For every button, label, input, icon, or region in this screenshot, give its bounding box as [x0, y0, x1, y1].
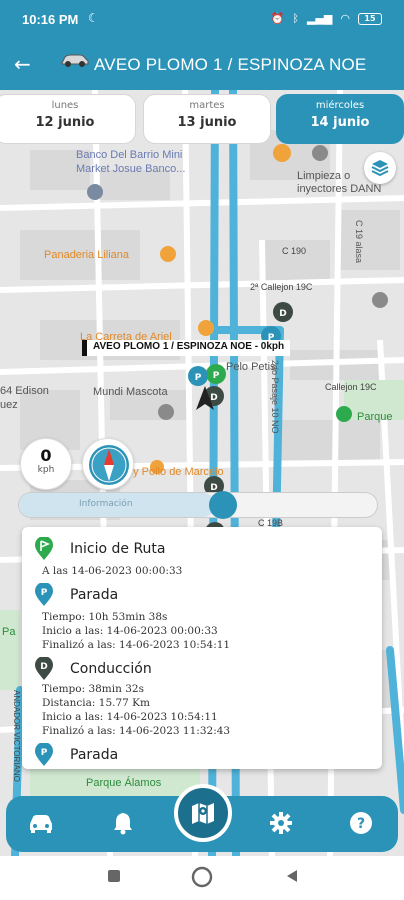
event-line: Tiempo: 38min 32s	[42, 683, 144, 695]
day-tab-miercoles[interactable]: miércoles 14 junio	[276, 94, 404, 144]
map-label: Callejon 19C	[325, 382, 377, 392]
system-nav-bar	[0, 856, 404, 900]
map-label: Panaderia Liliana	[44, 249, 130, 261]
signal-icon: ▂▄▆	[307, 12, 333, 25]
map-label: uez	[0, 399, 18, 411]
layers-button[interactable]	[364, 152, 396, 184]
map-label: Pa	[2, 626, 16, 638]
recents-icon[interactable]	[106, 868, 122, 884]
moon-icon: ☾	[88, 11, 99, 25]
nav-vehicles[interactable]	[24, 806, 58, 840]
map-label: Banco Del Barrio Mini	[76, 149, 182, 161]
car-icon	[61, 54, 89, 67]
timeline-slider[interactable]: Información	[18, 491, 378, 519]
day-tab-martes[interactable]: martes 13 junio	[143, 94, 271, 144]
svg-text:P: P	[195, 373, 202, 383]
event-title: Parada	[70, 747, 119, 763]
speed-indicator: 0 kph	[20, 438, 72, 490]
map-label: 2do Pasaje 10 NO	[270, 360, 280, 434]
stop-pin-icon: P	[35, 743, 53, 766]
event-line: Inicio a las: 14-06-2023 00:00:33	[42, 625, 218, 637]
map-label: Parque Álamos	[86, 776, 162, 789]
event-line: Finalizó a las: 14-06-2023 10:54:11	[42, 639, 231, 651]
stop-pin-icon: P	[35, 583, 53, 606]
timeline-label: Información	[79, 499, 133, 509]
nav-help[interactable]: ?	[344, 806, 378, 840]
vehicle-label: AVEO PLOMO 1 / ESPINOZA NOE - 0kph	[82, 340, 291, 356]
event-line: A las 14-06-2023 00:00:33	[42, 565, 183, 577]
event-title: Conducción	[70, 661, 152, 677]
map-label: inyectores DANN	[297, 183, 381, 195]
compass-button[interactable]	[82, 438, 134, 490]
page-title: AVEO PLOMO 1 / ESPINOZA NOE	[94, 55, 367, 74]
bell-icon	[114, 813, 132, 835]
start-pin-icon	[35, 537, 53, 560]
event-line: Finalizó a las: 14-06-2023 11:32:43	[42, 725, 231, 737]
timeline-thumb[interactable]	[209, 491, 237, 519]
speed-value: 0	[40, 446, 52, 465]
map-label: Parque	[357, 411, 392, 423]
svg-text:D: D	[210, 393, 217, 403]
map-label: Limpieza o	[297, 170, 350, 182]
status-bar: 10:16 PM ☾ ⏰ ᛒ ▂▄▆ ◠ 15	[0, 0, 404, 42]
map-label: Mundi Mascota	[93, 386, 168, 398]
svg-text:P: P	[41, 588, 48, 598]
map-label: Market Josue Banco...	[76, 163, 185, 175]
battery-icon: 15	[358, 12, 382, 25]
map-icon	[192, 803, 214, 824]
bluetooth-icon: ᛒ	[292, 12, 299, 25]
event-title: Inicio de Ruta	[70, 541, 166, 557]
map-label: Pelo Petis	[226, 361, 276, 373]
map-label: C 19 alasa	[354, 220, 364, 263]
events-panel[interactable]: Inicio de Ruta A las 14-06-2023 00:00:33…	[22, 527, 382, 769]
speed-unit: kph	[37, 465, 55, 475]
wifi-icon: ◠	[340, 12, 350, 25]
map-label: 2ª Callejon 19C	[250, 282, 313, 292]
back-arrow-icon[interactable]: ←	[14, 52, 31, 76]
bottom-nav: ?	[0, 784, 404, 852]
svg-text:?: ?	[357, 816, 365, 832]
event-title: Parada	[70, 587, 119, 603]
svg-text:P: P	[213, 371, 220, 381]
layers-icon	[371, 160, 389, 177]
nav-settings[interactable]	[264, 806, 298, 840]
nav-alerts[interactable]	[106, 806, 140, 840]
compass-icon	[89, 445, 129, 485]
event-line: Inicio a las: 14-06-2023 10:54:11	[42, 711, 218, 723]
svg-text:D: D	[279, 309, 286, 319]
map-label: ANDADOR VICTORIANO	[12, 690, 21, 782]
nav-map[interactable]	[174, 784, 232, 842]
gear-icon	[270, 812, 292, 834]
event-line: Distancia: 15.77 Km	[42, 697, 150, 709]
day-selector: lunes 12 junio martes 13 junio miércoles…	[0, 94, 404, 144]
day-tab-lunes[interactable]: lunes 12 junio	[0, 94, 136, 144]
svg-text:D: D	[40, 662, 47, 672]
map-label: 64 Edison	[0, 385, 49, 397]
home-icon[interactable]	[191, 866, 213, 888]
app-bar: ← AVEO PLOMO 1 / ESPINOZA NOE	[0, 42, 404, 90]
back-icon[interactable]	[284, 868, 300, 884]
status-icons: ⏰ ᛒ ▂▄▆ ◠ 15	[271, 12, 382, 25]
map-label: C 190	[282, 246, 306, 256]
status-time: 10:16 PM	[22, 12, 79, 27]
svg-text:P: P	[41, 748, 48, 758]
drive-pin-icon: D	[35, 657, 53, 680]
help-icon: ?	[350, 812, 372, 834]
alarm-icon: ⏰	[270, 12, 285, 25]
map-label: ey Pollo de Marcelo	[127, 466, 224, 478]
car-icon	[30, 815, 52, 833]
event-line: Tiempo: 10h 53min 38s	[42, 611, 168, 623]
